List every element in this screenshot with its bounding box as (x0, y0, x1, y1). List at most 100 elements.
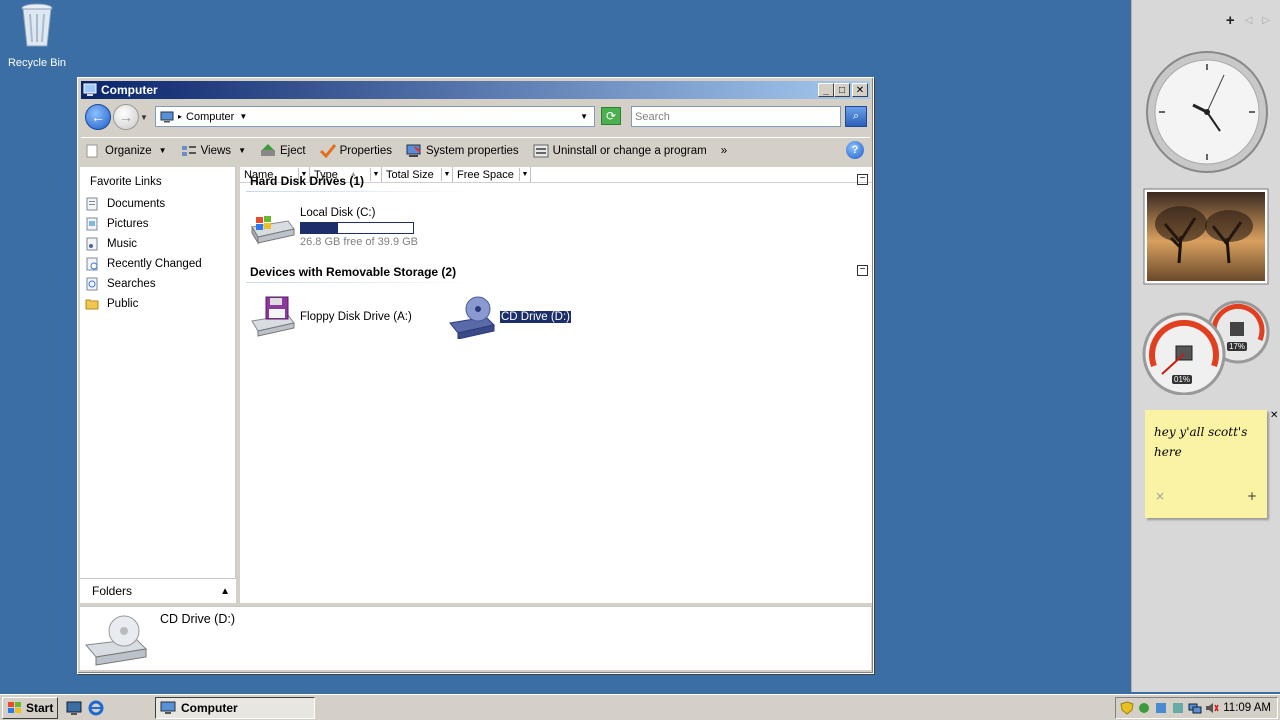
favorite-link-searches[interactable]: Searches (80, 274, 235, 294)
clock[interactable]: 11:09 AM (1223, 702, 1271, 714)
delete-note-button[interactable]: × (1155, 486, 1165, 506)
sidebar-controls: + ◁ ▷ (1226, 12, 1270, 29)
toolbar-overflow-button[interactable]: » (717, 140, 731, 162)
volume-muted-icon[interactable] (1205, 701, 1219, 715)
security-shield-icon[interactable] (1120, 701, 1134, 715)
previous-gadget-button[interactable]: ◁ (1245, 15, 1253, 26)
refresh-button[interactable]: ⟳ (601, 107, 621, 125)
collapse-group-button[interactable]: − (857, 174, 868, 185)
drive-local-disk-c[interactable]: Local Disk (C:) 26.8 GB free of 39.9 GB (248, 205, 418, 249)
breadcrumb-computer[interactable]: Computer (186, 111, 234, 123)
views-button[interactable]: Views ▼ (177, 140, 250, 162)
column-header-total-size[interactable]: Total Size ▼ (382, 167, 453, 182)
details-item-name: CD Drive (D:) (160, 612, 235, 626)
favorite-link-music[interactable]: Music (80, 234, 235, 254)
add-gadget-button[interactable]: + (1226, 12, 1235, 29)
back-button[interactable]: ← (85, 104, 111, 130)
add-note-button[interactable]: + (1247, 486, 1257, 506)
music-icon (86, 237, 98, 251)
eject-button[interactable]: Eject (256, 140, 310, 162)
system-properties-label: System properties (425, 144, 519, 157)
favorite-link-label: Public (107, 298, 139, 310)
network-icon[interactable] (1188, 701, 1202, 715)
history-dropdown-icon[interactable]: ▼ (139, 113, 149, 122)
computer-icon (160, 111, 174, 122)
search-input[interactable]: Search (631, 106, 841, 127)
recycle-bin-icon (21, 3, 53, 47)
window-title: Computer (101, 83, 158, 97)
forward-button[interactable]: → (113, 104, 139, 130)
organize-label: Organize (105, 144, 152, 157)
folders-label: Folders (92, 584, 133, 598)
favorite-link-documents[interactable]: Documents (80, 194, 235, 214)
favorite-links-header: Favorite Links (90, 176, 162, 188)
note-text-line-1[interactable]: hey y'all scott's (1154, 422, 1258, 442)
address-input[interactable]: ▸ Computer ▼ ▼ (155, 106, 595, 127)
address-dropdown-icon[interactable]: ▼ (580, 112, 588, 121)
uninstall-program-button[interactable]: Uninstall or change a program (529, 140, 711, 162)
uninstall-program-label: Uninstall or change a program (552, 144, 707, 157)
windows-defender-icon[interactable] (1154, 701, 1168, 715)
clock-gadget[interactable] (1144, 49, 1270, 175)
windows-update-icon[interactable] (1137, 701, 1151, 715)
drive-cd-d[interactable]: CD Drive (D:) (448, 295, 572, 339)
searches-icon (86, 277, 98, 291)
internet-explorer-button[interactable] (86, 699, 106, 717)
minimize-button[interactable]: _ (818, 83, 834, 97)
help-icon: ? (851, 144, 859, 156)
taskbar: Start Computer 11:09 AM (0, 694, 1280, 720)
hard-disk-windows-icon (251, 216, 295, 245)
window-titlebar[interactable]: Computer _ □ ✕ (81, 81, 870, 99)
drive-floppy-a[interactable]: Floppy Disk Drive (A:) (248, 295, 412, 339)
memory-usage-value: 17% (1227, 342, 1248, 351)
command-bar: Organize ▼ Views ▼ Eject Properties Syst… (81, 137, 870, 163)
breadcrumb-dropdown-icon[interactable]: ▼ (239, 112, 247, 121)
maximize-button[interactable]: □ (834, 83, 850, 97)
gadget-close-icon[interactable]: ✕ (1270, 410, 1278, 421)
favorite-link-label: Pictures (107, 218, 149, 230)
properties-button[interactable]: Properties (316, 140, 396, 162)
details-pane: CD Drive (D:) (80, 606, 871, 670)
notes-gadget[interactable]: hey y'all scott's here × + (1145, 410, 1267, 518)
search-icon: ⌕ (852, 110, 860, 122)
eject-label: Eject (279, 144, 306, 157)
folder-icon (85, 299, 99, 310)
windows-flag-icon (8, 701, 21, 713)
organize-button[interactable]: Organize ▼ (81, 140, 171, 162)
sidebar-tray-icon[interactable] (1171, 701, 1185, 715)
floppy-drive-icon (251, 296, 295, 337)
windows-sidebar: + ◁ ▷ 01% 17% hey y'all scott's here × +… (1131, 0, 1280, 692)
recycle-bin-desktop-icon[interactable]: Recycle Bin (6, 2, 68, 69)
system-properties-button[interactable]: System properties (402, 140, 523, 162)
favorite-link-recently-changed[interactable]: Recently Changed (80, 254, 235, 274)
folders-toggle[interactable]: Folders ▲ (80, 578, 236, 603)
cpu-meter-gadget[interactable]: 01% 17% (1142, 300, 1272, 396)
column-header-free-space[interactable]: Free Space ▼ (453, 167, 531, 182)
meter-dials-icon (1142, 300, 1270, 396)
collapse-group-button[interactable]: − (857, 265, 868, 276)
drive-name: Floppy Disk Drive (A:) (300, 311, 412, 323)
close-button[interactable]: ✕ (852, 83, 868, 97)
chevron-down-icon[interactable]: ▼ (519, 168, 530, 181)
show-desktop-button[interactable] (64, 699, 84, 717)
help-button[interactable]: ? (846, 141, 864, 159)
note-text-line-2[interactable]: here (1154, 442, 1258, 462)
slideshow-gadget[interactable] (1143, 188, 1269, 285)
favorite-link-pictures[interactable]: Pictures (80, 214, 235, 234)
recently-changed-icon (86, 257, 98, 271)
views-label: Views (200, 144, 232, 157)
next-gadget-button[interactable]: ▷ (1262, 15, 1270, 26)
group-header-removable-storage[interactable]: Devices with Removable Storage (2) (250, 265, 456, 279)
start-label: Start (26, 700, 54, 715)
group-header-hard-disk-drives[interactable]: Hard Disk Drives (1) (250, 174, 364, 188)
favorite-link-label: Documents (107, 198, 166, 210)
chevron-down-icon[interactable]: ▼ (441, 168, 452, 181)
favorite-link-public[interactable]: Public (80, 294, 235, 314)
breadcrumb-chevron-icon: ▸ (178, 112, 183, 121)
cd-drive-icon (85, 615, 148, 666)
file-list-pane: Name ▼ Type ▲ ▼ Total Size ▼ Free Space … (240, 167, 872, 603)
search-button[interactable]: ⌕ (845, 106, 867, 127)
chevron-down-icon[interactable]: ▼ (370, 168, 381, 181)
taskbar-button-computer[interactable]: Computer (155, 697, 315, 719)
start-button[interactable]: Start (2, 696, 59, 719)
